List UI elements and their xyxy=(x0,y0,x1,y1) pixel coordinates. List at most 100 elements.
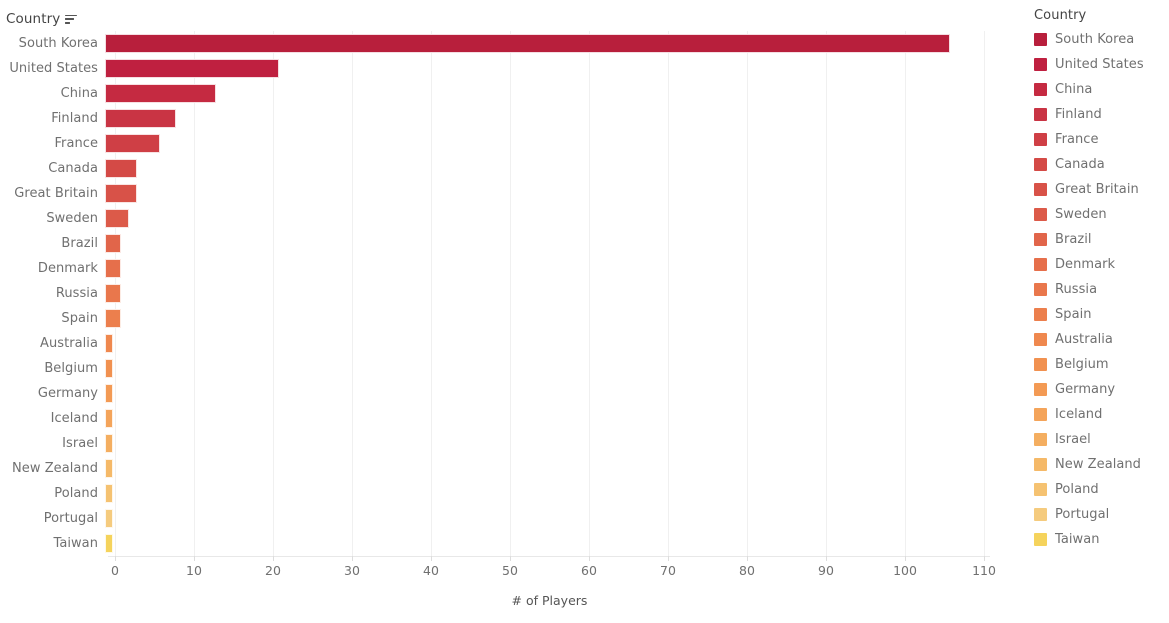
bar[interactable] xyxy=(105,309,121,328)
legend-item[interactable]: Sweden xyxy=(1025,202,1169,227)
legend-item[interactable]: Spain xyxy=(1025,302,1169,327)
legend-item[interactable]: Poland xyxy=(1025,477,1169,502)
legend-item-label: Poland xyxy=(1055,482,1099,497)
bar-row[interactable]: Taiwan xyxy=(0,531,1025,556)
bar-row[interactable]: Iceland xyxy=(0,406,1025,431)
legend-item[interactable]: Iceland xyxy=(1025,402,1169,427)
bar[interactable] xyxy=(105,434,113,453)
bar-row[interactable]: Spain xyxy=(0,306,1025,331)
legend-item[interactable]: Taiwan xyxy=(1025,527,1169,552)
bar[interactable] xyxy=(105,284,121,303)
bar[interactable] xyxy=(105,259,121,278)
legend-item[interactable]: Portugal xyxy=(1025,502,1169,527)
legend-item-label: Canada xyxy=(1055,157,1105,172)
bar[interactable] xyxy=(105,134,161,153)
legend-swatch xyxy=(1034,483,1047,496)
bar[interactable] xyxy=(105,109,177,128)
bar-row[interactable]: South Korea xyxy=(0,31,1025,56)
legend-item-label: Australia xyxy=(1055,332,1113,347)
bar-row[interactable]: Sweden xyxy=(0,206,1025,231)
bar-row[interactable]: Germany xyxy=(0,381,1025,406)
bar[interactable] xyxy=(105,534,113,553)
bar[interactable] xyxy=(105,334,113,353)
bar-track xyxy=(105,506,1025,531)
bar[interactable] xyxy=(105,384,113,403)
bar-row-label: Finland xyxy=(51,111,98,126)
legend-item[interactable]: Israel xyxy=(1025,427,1169,452)
bar-row-label: Belgium xyxy=(44,361,98,376)
bar-row[interactable]: Denmark xyxy=(0,256,1025,281)
legend-item[interactable]: Russia xyxy=(1025,277,1169,302)
bar-track xyxy=(105,456,1025,481)
bar-track xyxy=(105,256,1025,281)
legend-swatch xyxy=(1034,133,1047,146)
legend-swatch xyxy=(1034,283,1047,296)
legend-item[interactable]: China xyxy=(1025,77,1169,102)
bar-track xyxy=(105,331,1025,356)
bar-row[interactable]: Great Britain xyxy=(0,181,1025,206)
legend-item-label: Portugal xyxy=(1055,507,1110,522)
bar[interactable] xyxy=(105,459,113,478)
legend-item[interactable]: Canada xyxy=(1025,152,1169,177)
bar[interactable] xyxy=(105,409,113,428)
legend-item[interactable]: Denmark xyxy=(1025,252,1169,277)
bar-track xyxy=(105,381,1025,406)
bar-row[interactable]: Canada xyxy=(0,156,1025,181)
bar[interactable] xyxy=(105,359,113,378)
legend-item[interactable]: Great Britain xyxy=(1025,177,1169,202)
bar-row[interactable]: Poland xyxy=(0,481,1025,506)
legend-item[interactable]: South Korea xyxy=(1025,27,1169,52)
bar[interactable] xyxy=(105,59,279,78)
x-tick-label: 100 xyxy=(893,563,917,578)
bar-row[interactable]: Portugal xyxy=(0,506,1025,531)
bar[interactable] xyxy=(105,159,137,178)
x-tick-label: 70 xyxy=(660,563,676,578)
bar-row[interactable]: Finland xyxy=(0,106,1025,131)
bar-row[interactable]: Australia xyxy=(0,331,1025,356)
bar-rows: South Korea United States China Finland Fran… xyxy=(0,31,1025,556)
plot-area: South Korea United States China Finland Fran… xyxy=(0,31,1025,608)
x-tick-mark xyxy=(589,556,590,561)
legend-swatch xyxy=(1034,158,1047,171)
legend-swatch xyxy=(1034,258,1047,271)
bar-track xyxy=(105,406,1025,431)
legend-item[interactable]: United States xyxy=(1025,52,1169,77)
bar[interactable] xyxy=(105,34,951,53)
bar-row-label: Poland xyxy=(54,486,98,501)
legend-item[interactable]: Belgium xyxy=(1025,352,1169,377)
legend-item[interactable]: Germany xyxy=(1025,377,1169,402)
bar[interactable] xyxy=(105,234,121,253)
legend-panel: Country South Korea United States China Fin… xyxy=(1025,0,1169,623)
bar-row-label: Spain xyxy=(61,311,98,326)
bar-row[interactable]: Russia xyxy=(0,281,1025,306)
bar-row[interactable]: Israel xyxy=(0,431,1025,456)
bar-row[interactable]: France xyxy=(0,131,1025,156)
bar-row-label: France xyxy=(54,136,98,151)
bar[interactable] xyxy=(105,484,113,503)
legend-item[interactable]: New Zealand xyxy=(1025,452,1169,477)
legend-item-label: Brazil xyxy=(1055,232,1092,247)
bar[interactable] xyxy=(105,209,129,228)
bar-row-label: China xyxy=(60,86,98,101)
bar[interactable] xyxy=(105,84,216,103)
x-tick-label: 80 xyxy=(739,563,755,578)
legend-item[interactable]: Brazil xyxy=(1025,227,1169,252)
bar-row[interactable]: China xyxy=(0,81,1025,106)
legend-swatch xyxy=(1034,533,1047,546)
bar[interactable] xyxy=(105,509,113,528)
bar-row-label: Denmark xyxy=(37,261,98,276)
legend-item[interactable]: France xyxy=(1025,127,1169,152)
x-tick-label: 90 xyxy=(818,563,834,578)
bar-row[interactable]: Brazil xyxy=(0,231,1025,256)
legend-item[interactable]: Australia xyxy=(1025,327,1169,352)
bar[interactable] xyxy=(105,184,137,203)
bar-row[interactable]: New Zealand xyxy=(0,456,1025,481)
legend-list: South Korea United States China Finland Fran… xyxy=(1025,27,1169,552)
country-field-header[interactable]: Country xyxy=(6,10,78,28)
bar-row-label: Russia xyxy=(55,286,98,301)
bar-row[interactable]: United States xyxy=(0,56,1025,81)
bar-row[interactable]: Belgium xyxy=(0,356,1025,381)
x-tick-mark xyxy=(984,556,985,561)
legend-item[interactable]: Finland xyxy=(1025,102,1169,127)
sort-descending-icon[interactable] xyxy=(65,14,78,26)
